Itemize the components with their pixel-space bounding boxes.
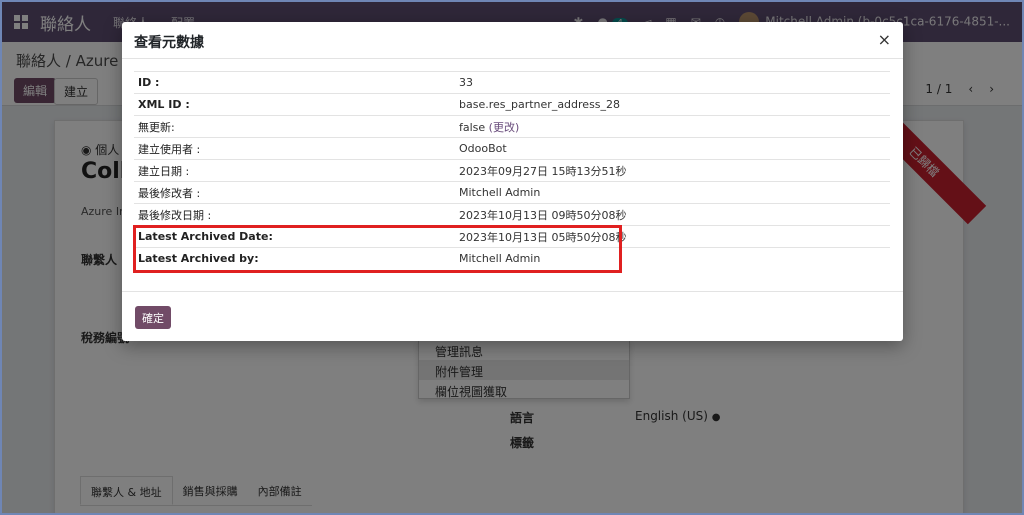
row-key: 最後修改日期 : (138, 208, 212, 222)
row-value: 33 (459, 76, 473, 89)
table-row: 建立日期 : 2023年09月27日 15時13分51秒 (134, 159, 890, 182)
table-row: 最後修改日期 : 2023年10月13日 09時50分08秒 (134, 203, 890, 226)
highlight-box (133, 225, 622, 273)
row-key: 最後修改者 : (138, 186, 201, 200)
table-row: XML ID : base.res_partner_address_28 (134, 93, 890, 116)
table-row: 無更新: false (更改) (134, 115, 890, 138)
screenshot-frame: 聯絡人 聯絡人 配置 ✱ ● 4 ◅ ▦ ✉ ◷ Mitchell Admin … (0, 0, 1024, 515)
row-value: 2023年09月27日 15時13分51秒 (459, 164, 627, 178)
toggle-noupdate-link[interactable]: (更改) (489, 121, 520, 134)
dialog-footer: 確定 (122, 291, 903, 341)
row-value: Mitchell Admin (459, 186, 541, 199)
dialog-title: 查看元數據 (134, 35, 204, 51)
row-key: 建立使用者 : (138, 142, 201, 156)
table-row: ID : 33 (134, 71, 890, 94)
row-value: false (更改) (455, 116, 890, 138)
table-row: 最後修改者 : Mitchell Admin (134, 181, 890, 204)
row-value: 2023年10月13日 09時50分08秒 (459, 208, 627, 222)
row-key: ID : (138, 76, 160, 89)
row-key: XML ID : (138, 98, 190, 111)
row-key: 建立日期 : (138, 164, 190, 178)
row-key: 無更新: (138, 120, 175, 134)
row-value: base.res_partner_address_28 (459, 98, 621, 111)
table-row: 建立使用者 : OdooBot (134, 137, 890, 160)
metadata-dialog: 查看元數據 × ID : 33 XML ID : base.res_partne… (122, 22, 903, 341)
row-value: OdooBot (459, 142, 507, 155)
dialog-header: 查看元數據 × (122, 22, 903, 59)
ok-button[interactable]: 確定 (135, 306, 171, 329)
noupdate-value: false (459, 120, 486, 134)
close-icon[interactable]: × (878, 30, 891, 49)
